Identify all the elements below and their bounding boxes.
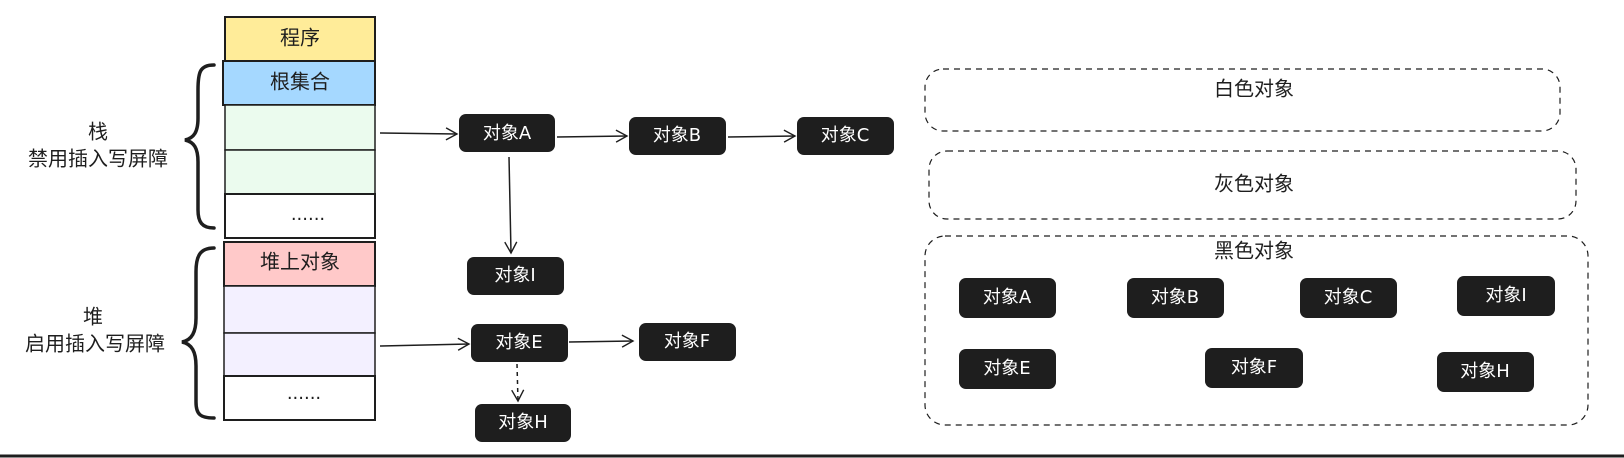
stack-brace — [184, 63, 216, 230]
stack-title: 栈 — [88, 120, 108, 144]
stack-cell — [224, 149, 376, 195]
object-node-b: 对象B — [629, 117, 726, 155]
white-set-label: 白色对象 — [1214, 77, 1294, 101]
program-label: 程序 — [280, 26, 320, 50]
black-set-item: 对象H — [1437, 352, 1534, 392]
black-set-item-label: 对象C — [1324, 287, 1373, 308]
object-node-label: 对象F — [664, 331, 710, 352]
black-set-item-label: 对象E — [983, 358, 1030, 379]
object-node-label: 对象E — [495, 332, 542, 353]
object-node-label: 对象C — [821, 125, 870, 146]
object-node-label: 对象A — [483, 123, 532, 144]
diagram-canvas: 程序 根集合 ...... 堆上对象 ...... 栈 禁用插入写屏障 堆 启用… — [0, 0, 1624, 458]
object-node-label: 对象B — [653, 125, 701, 146]
arrow-b-to-c — [727, 129, 797, 143]
black-set-item-label: 对象I — [1485, 285, 1526, 306]
arrow-a-to-i — [504, 156, 518, 255]
black-set-item-label: 对象F — [1231, 357, 1277, 378]
heap-note: 启用插入写屏障 — [25, 332, 165, 356]
stack-cell — [224, 104, 376, 151]
black-set-item: 对象C — [1300, 278, 1397, 318]
black-set-item: 对象A — [959, 278, 1056, 318]
gray-set: 灰色对象 — [928, 150, 1577, 220]
black-set-item-label: 对象B — [1151, 287, 1199, 308]
arrow-e-to-h — [511, 363, 525, 403]
black-set-item: 对象I — [1457, 276, 1555, 316]
black-set-item: 对象E — [959, 349, 1056, 389]
object-node-a: 对象A — [459, 114, 555, 152]
white-set: 白色对象 — [924, 68, 1561, 132]
heap-cell — [223, 332, 376, 377]
arrow-a-to-b — [556, 129, 629, 143]
gray-set-label: 灰色对象 — [1214, 172, 1294, 196]
root-set-label: 根集合 — [270, 70, 330, 94]
black-set-item: 对象F — [1205, 348, 1303, 388]
black-set-item-label: 对象H — [1460, 361, 1510, 382]
arrow-e-to-f — [568, 334, 635, 348]
heap-title: 堆 — [83, 305, 103, 329]
black-set-item: 对象B — [1127, 278, 1224, 318]
arrow-heap-to-e — [379, 337, 471, 351]
heap-ellipsis-label: ...... — [287, 383, 321, 404]
connectors — [379, 127, 797, 403]
object-node-label: 对象I — [494, 265, 535, 286]
stack-note: 禁用插入写屏障 — [28, 147, 168, 171]
heap-brace — [181, 246, 216, 420]
object-node-e: 对象E — [471, 324, 568, 362]
stack-ellipsis-label: ...... — [291, 204, 325, 225]
object-node-c: 对象C — [797, 117, 894, 155]
stack-column: 程序 根集合 ...... 堆上对象 ...... — [222, 16, 376, 421]
heap-objects-label: 堆上对象 — [260, 250, 340, 274]
diagram-svg: 程序 根集合 ...... 堆上对象 ...... 栈 禁用插入写屏障 堆 启用… — [0, 16, 1624, 458]
object-node-h: 对象H — [475, 404, 571, 442]
arrow-stack-to-a — [379, 127, 459, 141]
object-node-f: 对象F — [639, 323, 736, 361]
object-node-i: 对象I — [467, 257, 564, 295]
black-set: 黑色对象 — [924, 235, 1589, 426]
heap-cell — [223, 285, 376, 334]
object-node-label: 对象H — [498, 412, 548, 433]
black-set-item-label: 对象A — [983, 287, 1032, 308]
black-set-label: 黑色对象 — [1214, 239, 1294, 263]
